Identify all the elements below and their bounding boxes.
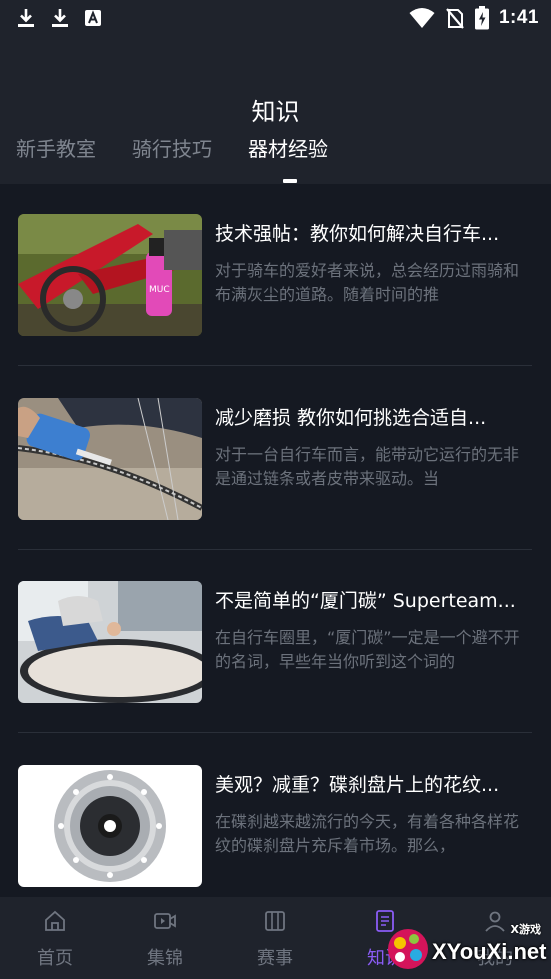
- list-item[interactable]: MUC 技术强帖：教你如何解决自行车... 对于骑车的爱好者来说，总会经历过雨骑…: [18, 214, 532, 338]
- article-title: 不是简单的“厦门碳” Superteam...: [215, 590, 516, 612]
- home-icon: [45, 910, 65, 931]
- status-right-icons: 1:41: [409, 6, 539, 30]
- bike-cleaning-spray-photo: MUC: [18, 214, 202, 336]
- article-excerpt: 在自行车圈里，“厦门碳”一定是一个避不开的名词，早些年当你听到这个词的: [215, 628, 520, 671]
- nav-home[interactable]: 首页: [0, 897, 110, 979]
- watermark-small-text: X游戏: [510, 923, 541, 936]
- article-thumbnail: [18, 398, 202, 520]
- nav-label: 赛事: [257, 948, 293, 969]
- chain-lube-photo: [18, 398, 202, 520]
- active-tab-indicator: [283, 179, 297, 183]
- article-thumbnail: [18, 765, 202, 887]
- article-title: 减少磨损 教你如何挑选合适自...: [215, 407, 487, 429]
- tab-beginner[interactable]: 新手教室: [16, 133, 96, 162]
- article-thumbnail: MUC: [18, 214, 202, 336]
- article-excerpt: 在碟刹越来越流行的今天，有着各种各样花纹的碟刹盘片充斥着市场。那么，: [215, 812, 520, 855]
- tab-riding-skills[interactable]: 骑行技巧: [132, 133, 212, 162]
- carbon-rim-factory-photo: W: [18, 581, 202, 703]
- list-item[interactable]: 美观？减重？碟刹盘片上的花纹... 在碟刹越来越流行的今天，有着各种各样花纹的碟…: [18, 765, 532, 889]
- nav-label: 集锦: [147, 948, 183, 969]
- wifi-icon: [409, 8, 435, 28]
- tab-equipment[interactable]: 器材经验: [248, 133, 328, 162]
- list-item[interactable]: W 不是简单的“厦门碳” Superteam... 在自行车圈里，“厦门碳”一定…: [18, 581, 532, 705]
- divider: [18, 549, 532, 550]
- watermark-logo-icon: [388, 929, 428, 969]
- nav-label: 首页: [37, 948, 73, 969]
- list-item[interactable]: 减少磨损 教你如何挑选合适自... 对于一台自行车而言，能带动它运行的无非是通过…: [18, 398, 532, 522]
- video-icon: [154, 913, 176, 929]
- nav-highlights[interactable]: 集锦: [110, 897, 220, 979]
- watermark-text: XYouXi.net: [432, 939, 547, 964]
- divider: [18, 732, 532, 733]
- category-tabs: 新手教室 骑行技巧 器材经验: [0, 133, 551, 183]
- no-sim-icon: [446, 8, 464, 29]
- download-icon: [52, 9, 68, 27]
- svg-text:MUC: MUC: [149, 285, 170, 295]
- page-title: 知识: [251, 98, 300, 126]
- article-excerpt: 对于一台自行车而言，能带动它运行的无非是通过链条或者皮带来驱动。当: [215, 445, 520, 488]
- divider: [18, 365, 532, 366]
- article-excerpt: 对于骑车的爱好者来说，总会经历过雨骑和布满灰尘的道路。随着时间的推: [215, 261, 520, 304]
- status-bar: 1:41: [0, 0, 551, 36]
- app-a-icon: [85, 10, 101, 26]
- battery-charging-icon: [474, 6, 489, 30]
- watermark: X游戏 XYouXi.net: [380, 915, 551, 979]
- article-title: 美观？减重？碟刹盘片上的花纹...: [215, 774, 500, 796]
- disc-brake-rotor-photo: [18, 765, 202, 887]
- article-list[interactable]: MUC 技术强帖：教你如何解决自行车... 对于骑车的爱好者来说，总会经历过雨骑…: [0, 184, 551, 897]
- article-title: 技术强帖：教你如何解决自行车...: [215, 223, 500, 245]
- map-icon: [265, 911, 285, 931]
- status-left-icons: [16, 7, 102, 29]
- status-time: 1:41: [498, 7, 539, 28]
- nav-events[interactable]: 赛事: [220, 897, 330, 979]
- article-thumbnail: W: [18, 581, 202, 703]
- download-icon: [18, 9, 34, 27]
- svg-text:W: W: [168, 692, 174, 699]
